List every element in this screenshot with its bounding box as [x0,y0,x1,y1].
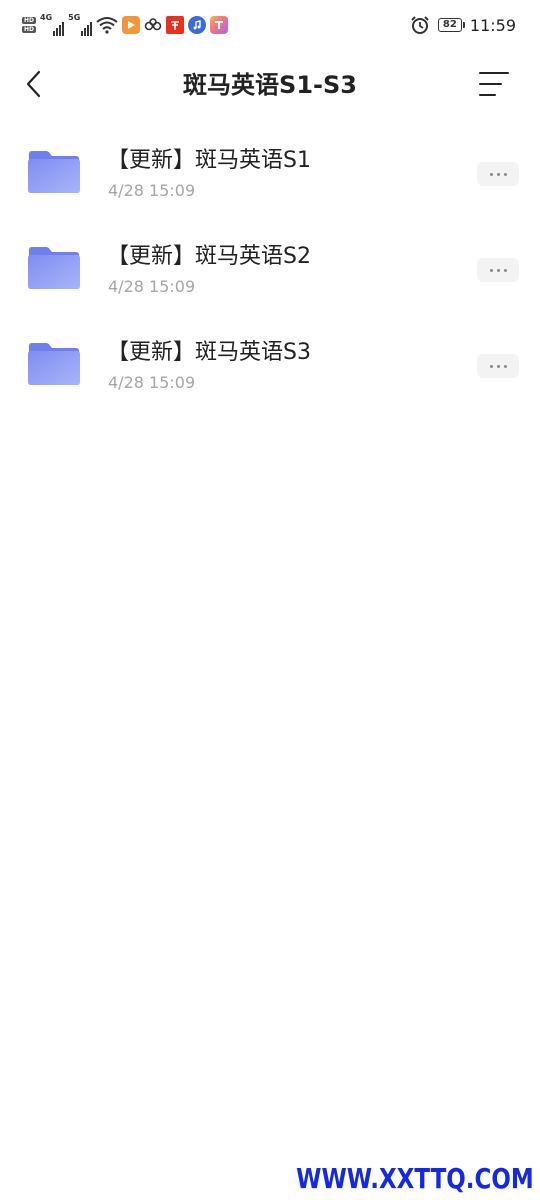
more-dot-icon [503,364,507,368]
sort-button[interactable] [476,66,512,102]
more-dot-icon [496,268,500,272]
signal-bars-icon [81,20,93,36]
more-options-button[interactable] [477,258,519,282]
status-bar-left: HD HD 4G 5G [22,12,229,38]
more-options-button[interactable] [477,354,519,378]
list-item[interactable]: 【更新】斑马英语S3 4/28 15:09 [0,320,540,416]
red-app-icon [166,16,185,34]
folder-icon [28,343,80,385]
signal-5g-icon: 5G [68,13,93,36]
folder-icon [28,151,80,193]
more-dot-icon [496,172,500,176]
alarm-clock-icon [411,16,429,34]
battery-level: 82 [442,19,457,30]
page-title: 斑马英语S1-S3 [183,71,357,99]
music-app-icon [188,16,207,34]
more-dot-icon [503,268,507,272]
file-name: 【更新】斑马英语S1 [107,148,311,173]
file-date: 4/28 15:09 [108,373,196,392]
more-dot-icon [489,268,493,272]
sort-menu-icon [479,72,509,96]
tool-app-icon [210,16,229,34]
hd-badge: HD [22,17,37,24]
more-dot-icon [496,364,500,368]
status-time: 11:59 [469,15,516,35]
file-date: 4/28 15:09 [108,181,196,200]
list-item[interactable]: 【更新】斑马英语S2 4/28 15:09 [0,224,540,320]
wifi-icon [96,17,118,34]
more-dot-icon [489,364,493,368]
file-list: 【更新】斑马英语S1 4/28 15:09 【更新】斑马英语S2 4/28 15… [0,128,540,416]
watermark: WWW.XXTTQ.COM [296,1162,534,1195]
status-bar-right: 82 11:59 [410,12,516,38]
folder-icon [28,247,80,289]
list-item[interactable]: 【更新】斑马英语S1 4/28 15:09 [0,128,540,224]
video-app-icon [122,16,141,34]
more-dot-icon [489,172,493,176]
infinity-app-icon [144,18,162,31]
more-options-button[interactable] [477,162,519,186]
more-dot-icon [503,172,507,176]
signal-4g-icon: 4G [40,13,65,36]
hd-indicator: HD HD [22,17,37,33]
header: 斑马英语S1-S3 [0,56,540,114]
file-date: 4/28 15:09 [108,277,196,296]
file-name: 【更新】斑马英语S3 [107,340,311,365]
network-type-label: 5G [68,13,81,22]
battery-icon: 82 [437,18,465,32]
signal-bars-icon [53,20,65,36]
hd-badge: HD [22,26,37,33]
file-name: 【更新】斑马英语S2 [107,244,311,269]
network-type-label: 4G [40,13,53,22]
status-bar: HD HD 4G 5G 82 11:59 [0,0,540,50]
